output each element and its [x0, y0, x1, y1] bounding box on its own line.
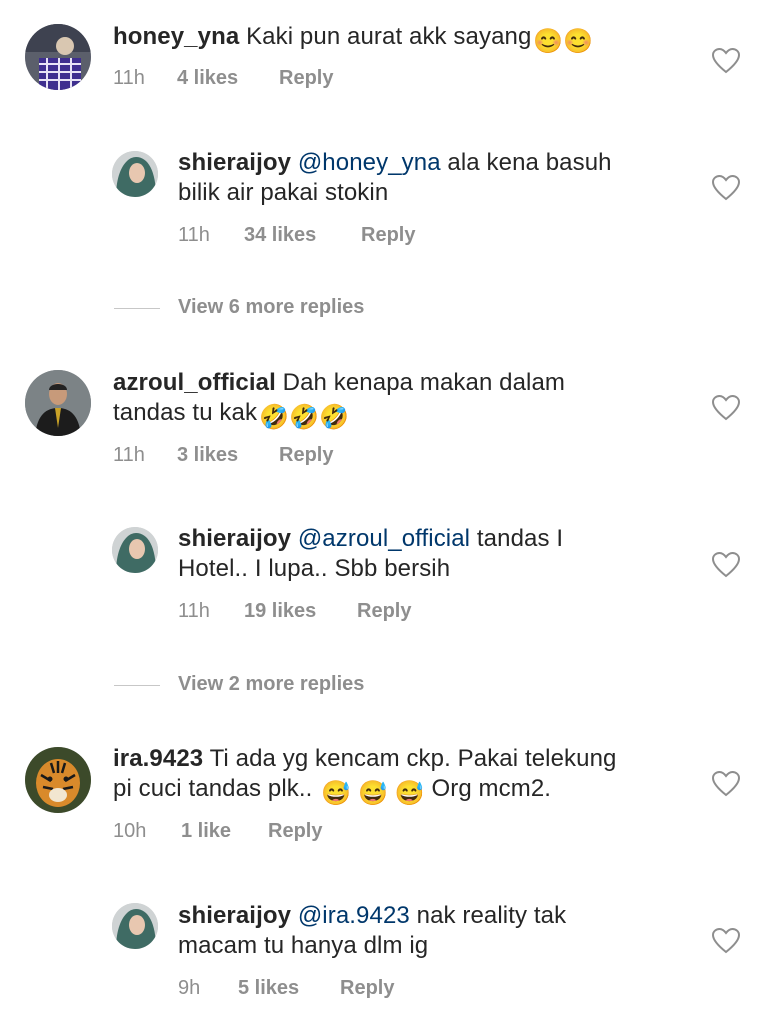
- avatar[interactable]: [112, 903, 158, 949]
- avatar[interactable]: [112, 151, 158, 197]
- comment-time: 11h: [113, 444, 145, 466]
- reply-button[interactable]: Reply: [268, 820, 322, 843]
- avatar[interactable]: [25, 747, 91, 813]
- heart-outline-icon[interactable]: [712, 928, 740, 954]
- comment-time: 9h: [178, 977, 201, 999]
- comment-body: Ti ada yg kencam ckp. Pakai telekung: [209, 745, 617, 772]
- comment-likes[interactable]: 4 likes: [177, 67, 238, 90]
- reply-button[interactable]: Reply: [279, 67, 333, 90]
- comment-text: shieraijoy @honey_yna ala kena basuh bil…: [178, 148, 688, 208]
- comment-body: tandas I: [476, 525, 564, 552]
- comment-text: shieraijoy @azroul_official tandas I Hot…: [178, 524, 688, 584]
- comment-body: Kaki pun aurat akk sayang: [246, 23, 532, 50]
- comment-time: 10h: [113, 820, 147, 842]
- comment-body: pi cuci tandas plk..: [113, 775, 313, 802]
- comment-username[interactable]: ira.9423: [113, 745, 203, 772]
- emoji: 😊😊: [533, 28, 594, 55]
- view-more-label[interactable]: View 6 more replies: [178, 296, 364, 319]
- comment-username[interactable]: honey_yna: [113, 23, 239, 50]
- comment-time: 11h: [113, 67, 145, 89]
- comment-text: shieraijoy @ira.9423 nak reality tak mac…: [178, 901, 688, 961]
- comment-likes[interactable]: 3 likes: [177, 444, 238, 467]
- comment-body: Hotel.. I lupa.. Sbb bersih: [178, 555, 451, 582]
- comment-body: ala kena basuh: [447, 149, 612, 176]
- reply-button[interactable]: Reply: [357, 600, 411, 623]
- comment-body: tandas tu kak: [113, 399, 258, 426]
- emoji: 🤣🤣🤣: [259, 404, 350, 431]
- heart-outline-icon[interactable]: [712, 395, 740, 421]
- comment-likes[interactable]: 5 likes: [238, 977, 299, 1000]
- reply-button[interactable]: Reply: [279, 444, 333, 467]
- comment-text: ira.9423 Ti ada yg kencam ckp. Pakai tel…: [113, 744, 623, 809]
- reply-button[interactable]: Reply: [361, 224, 415, 247]
- heart-outline-icon[interactable]: [712, 48, 740, 74]
- mention-link[interactable]: @azroul_official: [298, 525, 470, 552]
- reply-button[interactable]: Reply: [340, 977, 394, 1000]
- view-more-label[interactable]: View 2 more replies: [178, 673, 364, 696]
- comment-body: bilik air pakai stokin: [178, 179, 389, 206]
- comment-body: macam tu hanya dlm ig: [178, 932, 429, 959]
- comment-likes[interactable]: 19 likes: [244, 600, 316, 623]
- mention-link[interactable]: @honey_yna: [298, 149, 441, 176]
- divider-line: [114, 308, 160, 309]
- mention-link[interactable]: @ira.9423: [298, 902, 410, 929]
- comment-username[interactable]: shieraijoy: [178, 902, 291, 929]
- emoji: 😅 😅 😅: [321, 780, 425, 807]
- comment-time: 11h: [178, 224, 210, 246]
- comment-username[interactable]: azroul_official: [113, 369, 276, 396]
- comment-username[interactable]: shieraijoy: [178, 149, 291, 176]
- comment-time: 11h: [178, 600, 210, 622]
- heart-outline-icon[interactable]: [712, 175, 740, 201]
- comment-body: Dah kenapa makan dalam: [282, 369, 566, 396]
- comment-text: azroul_official Dah kenapa makan dalam t…: [113, 368, 623, 433]
- comment-likes[interactable]: 1 like: [181, 820, 231, 843]
- comment-body: Org mcm2.: [431, 775, 552, 802]
- avatar[interactable]: [25, 370, 91, 436]
- comment-body: nak reality tak: [416, 902, 567, 929]
- comment-username[interactable]: shieraijoy: [178, 525, 291, 552]
- divider-line: [114, 685, 160, 686]
- avatar[interactable]: [112, 527, 158, 573]
- comment-likes[interactable]: 34 likes: [244, 224, 316, 247]
- comment-text: honey_yna Kaki pun aurat akk sayang😊😊: [113, 22, 623, 57]
- avatar[interactable]: [25, 24, 91, 90]
- heart-outline-icon[interactable]: [712, 552, 740, 578]
- heart-outline-icon[interactable]: [712, 771, 740, 797]
